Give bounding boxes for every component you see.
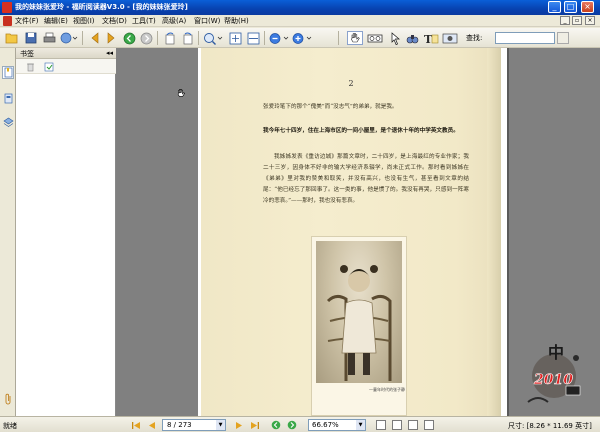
bookmarks-tab-icon[interactable] [2,66,14,79]
minimize-button[interactable]: _ [548,1,561,13]
zoom-out-button-icon[interactable] [269,31,289,45]
bookmark-panel-title: 书签 [20,50,34,58]
watermark-glyph: 中 [548,343,564,362]
menu-edit[interactable]: 编辑(E) [44,16,68,26]
menu-document[interactable]: 文档(D) [102,16,127,26]
page-edge-shadow [487,48,501,416]
bookmark-panel: 书签 ◂◂ [16,48,116,416]
zoom-dropdown-icon[interactable]: ▼ [356,420,365,430]
page-size-text: 尺寸: [8.26 * 11.69 英寸] [508,422,592,430]
print-icon[interactable] [42,31,56,45]
layers-tab-icon[interactable] [2,116,14,129]
window-title: 我的妹妹张爱玲 - 福昕阅读器V3.0 - [我的妹妹张爱玲] [15,3,188,11]
doc-close-button[interactable]: × [585,16,595,25]
last-page-icon[interactable] [250,420,260,430]
delete-bookmark-icon[interactable] [25,61,36,72]
snapshot-icon[interactable] [367,31,383,45]
hand-cursor-icon [176,88,186,99]
page-number-field[interactable]: 8 / 273 ▼ [162,419,226,431]
hand-tool-icon[interactable] [347,31,363,45]
email-icon[interactable] [60,31,78,45]
status-forward-icon[interactable] [287,420,297,430]
toolbar-separator [198,31,199,45]
menu-file[interactable]: 文件(F) [15,16,39,26]
rotate-left-icon[interactable] [163,31,177,45]
page-dropdown-icon[interactable]: ▼ [216,420,225,430]
next-page-icon[interactable] [104,31,118,45]
zoom-plus-button-icon[interactable] [292,31,312,45]
toolbar-separator [338,31,339,45]
save-icon[interactable] [24,31,38,45]
next-page-status-icon[interactable] [234,420,244,430]
pdf-page[interactable]: 2 张爱玲笔下的那个“傀美”而“没志气”的弟弟，就是我。 我今年七十四岁，住在上… [198,48,507,416]
toolbar-separator [82,31,83,45]
watermark-logo: 中 2010 [518,336,590,412]
status-bar: 就绪 8 / 273 ▼ 66.67% ▼ 尺寸: [8.26 * 11.69 … [0,416,600,432]
doc-minimize-button[interactable]: _ [560,16,570,25]
find-input[interactable] [495,32,555,44]
text-tool-icon[interactable]: T [423,31,439,45]
find-label: 查找: [466,34,483,42]
maximize-button[interactable]: □ [564,1,577,13]
toolbar-separator [264,31,265,45]
sidebar-tabs [0,48,16,416]
close-button[interactable]: × [581,1,594,13]
collapse-panel-button[interactable]: ◂◂ [106,49,113,57]
menu-advanced[interactable]: 高级(A) [162,16,186,26]
app-icon[interactable] [2,2,12,13]
menu-bar: 文件(F) 编辑(E) 视图(I) 文档(D) 工具(T) 高级(A) 窗口(W… [0,15,600,27]
facing-view-icon[interactable] [408,420,418,430]
paragraph-3: 我姊姊发表《重访边城》那篇文章时，二十四岁，是上海最红的专业作家；我二十三岁，因… [263,154,469,204]
zoom-level-field[interactable]: 66.67% ▼ [308,419,366,431]
add-bookmark-icon[interactable] [43,61,54,72]
paragraph-2: 我今年七十四岁，住在上海市区的一间小屋里，是个退休十年的中学英文教员。 [263,128,459,134]
menu-tools[interactable]: 工具(T) [132,16,156,26]
menu-window[interactable]: 窗口(W) [194,16,220,26]
toolbar-separator [157,31,158,45]
first-page-icon[interactable] [131,420,141,430]
status-back-icon[interactable] [271,420,281,430]
zoom-level-value: 66.67% [312,421,339,429]
page-shadow [507,48,509,416]
previous-page-icon[interactable] [147,420,157,430]
continuous-facing-view-icon[interactable] [424,420,434,430]
pages-tab-icon[interactable] [2,92,14,105]
status-ready-text: 就绪 [3,422,17,430]
document-icon[interactable] [3,16,12,26]
fit-page-icon[interactable] [228,31,242,45]
menu-view[interactable]: 视图(I) [73,16,95,26]
doc-restore-button[interactable]: ▫ [572,16,582,25]
rotate-right-icon[interactable] [180,31,194,45]
menu-help[interactable]: 帮助(H) [224,16,249,26]
bookmark-panel-header: 书签 ◂◂ [16,48,116,59]
scanned-page: 2 张爱玲笔下的那个“傀美”而“没志气”的弟弟，就是我。 我今年七十四岁，住在上… [201,48,501,416]
photo-image [316,241,402,383]
svg-text:T: T [424,33,433,45]
image-tool-icon[interactable] [442,31,458,45]
attachments-tab-icon[interactable] [2,392,14,405]
main-toolbar: T 查找: [0,28,600,48]
prev-page-icon[interactable] [88,31,102,45]
continuous-view-icon[interactable] [392,420,402,430]
page-number-value: 8 / 273 [167,421,192,429]
photo-caption: 一童年时代的张子静 [369,387,405,392]
fit-width-icon[interactable] [246,31,260,45]
child-photo: 一童年时代的张子静 [311,236,407,416]
find-dropdown-button[interactable] [557,32,569,44]
bookmark-toolbar [16,59,116,74]
paragraph-1: 张爱玲笔下的那个“傀美”而“没志气”的弟弟，就是我。 [263,104,398,110]
open-icon[interactable] [5,31,19,45]
select-tool-icon[interactable] [389,31,403,45]
find-tool-icon[interactable] [405,31,419,45]
go-forward-icon[interactable] [139,31,153,45]
watermark-year: 2010 [533,372,573,388]
page-number-text: 2 [348,79,354,88]
single-page-view-icon[interactable] [376,420,386,430]
zoom-in-icon[interactable] [203,31,223,45]
title-bar: 我的妹妹张爱玲 - 福昕阅读器V3.0 - [我的妹妹张爱玲] _ □ × [0,0,600,15]
go-back-icon[interactable] [122,31,136,45]
